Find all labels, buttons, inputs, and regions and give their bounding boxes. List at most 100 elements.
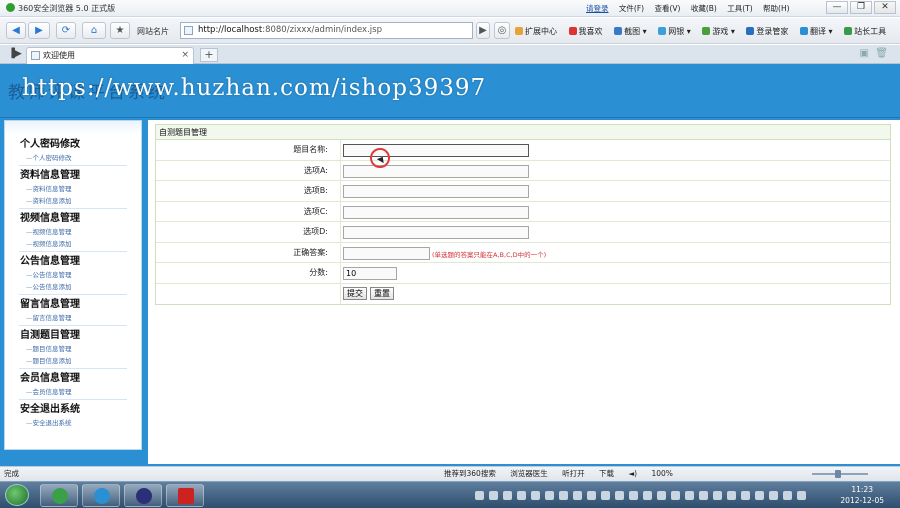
tool-webmaster-label: 站长工具 bbox=[854, 27, 887, 36]
tray-icon[interactable] bbox=[489, 491, 498, 500]
tray-icon[interactable] bbox=[643, 491, 652, 500]
address-bar[interactable]: http://localhost:8080/zixxx/admin/index.… bbox=[180, 22, 473, 39]
nav-head[interactable]: 会员信息管理 bbox=[20, 371, 141, 386]
menu-favorites[interactable]: 收藏(B) bbox=[691, 4, 717, 13]
system-clock[interactable]: 11:23 2012-12-05 bbox=[840, 484, 884, 506]
tab-welcome[interactable]: 欢迎使用 × bbox=[26, 47, 194, 64]
tray-icon[interactable] bbox=[559, 491, 568, 500]
taskbar-ie[interactable] bbox=[82, 484, 120, 507]
volume-icon[interactable]: ◄) bbox=[628, 469, 637, 478]
status-download[interactable]: 下载 bbox=[599, 469, 614, 478]
tray-icon[interactable] bbox=[685, 491, 694, 500]
tray-icon[interactable] bbox=[769, 491, 778, 500]
score-input[interactable] bbox=[343, 267, 397, 280]
nav-head[interactable]: 安全退出系统 bbox=[20, 402, 141, 417]
nav-head[interactable]: 视频信息管理 bbox=[20, 211, 141, 226]
tool-bank[interactable]: 网银 ▾ bbox=[658, 27, 691, 36]
nav-link[interactable]: 题目信息管理 bbox=[20, 343, 141, 355]
tray-icon[interactable] bbox=[531, 491, 540, 500]
status-doctor[interactable]: 浏览器医生 bbox=[510, 469, 548, 478]
tray-icon[interactable] bbox=[713, 491, 722, 500]
tab-close-icon[interactable]: × bbox=[181, 48, 189, 63]
star-icon[interactable]: ★ bbox=[110, 22, 130, 39]
menu-view[interactable]: 查看(V) bbox=[654, 4, 680, 13]
tray-icon[interactable] bbox=[573, 491, 582, 500]
shield-icon[interactable]: ◎ bbox=[494, 22, 510, 39]
tray-icon[interactable] bbox=[727, 491, 736, 500]
favorites-label[interactable]: 网站名片 bbox=[137, 26, 169, 37]
tray-icon[interactable] bbox=[517, 491, 526, 500]
taskbar-360-browser[interactable] bbox=[40, 484, 78, 507]
nav-link[interactable]: 资料信息添加 bbox=[20, 195, 141, 207]
tool-games-label: 游戏 bbox=[712, 27, 729, 36]
status-open[interactable]: 听打开 bbox=[562, 469, 585, 478]
zoom-level[interactable]: 100% bbox=[651, 469, 672, 478]
tool-password[interactable]: 登录管家 bbox=[746, 27, 788, 36]
menu-tools[interactable]: 工具(T) bbox=[727, 4, 752, 13]
reset-button[interactable]: 重置 bbox=[370, 286, 394, 300]
tray-icon[interactable] bbox=[741, 491, 750, 500]
field-label: 题目名称: bbox=[156, 140, 341, 160]
tray-icon[interactable] bbox=[699, 491, 708, 500]
tray-icon[interactable] bbox=[545, 491, 554, 500]
trash-icon[interactable]: 🗑 bbox=[875, 48, 888, 59]
zoom-slider-handle[interactable] bbox=[835, 470, 841, 478]
login-link[interactable]: 请登录 bbox=[586, 4, 609, 13]
nav-head[interactable]: 个人密码修改 bbox=[20, 137, 141, 152]
new-tab-button[interactable]: + bbox=[200, 48, 218, 62]
tool-screenshot[interactable]: 截图 ▾ bbox=[614, 27, 647, 36]
start-button[interactable] bbox=[5, 484, 29, 506]
option-a-input[interactable] bbox=[343, 164, 529, 178]
nav-link[interactable]: 会员信息管理 bbox=[20, 386, 141, 398]
option-b-input[interactable] bbox=[343, 185, 529, 198]
tray-icon[interactable] bbox=[615, 491, 624, 500]
nav-link[interactable]: 资料信息管理 bbox=[20, 183, 141, 195]
tool-games[interactable]: 游戏 ▾ bbox=[702, 27, 735, 36]
tray-icon[interactable] bbox=[629, 491, 638, 500]
tray-icon[interactable] bbox=[601, 491, 610, 500]
minimize-button[interactable]: — bbox=[826, 1, 848, 14]
maximize-button[interactable]: ❐ bbox=[850, 1, 872, 14]
nav-link[interactable]: 个人密码修改 bbox=[20, 152, 141, 164]
option-c-input[interactable] bbox=[343, 205, 529, 219]
sidebar-toggle-icon[interactable]: ▐▶ bbox=[8, 49, 22, 59]
tool-like[interactable]: 我喜欢 bbox=[568, 27, 603, 36]
status-search[interactable]: 推荐到360搜索 bbox=[444, 469, 496, 478]
nav-link[interactable]: 题目信息添加 bbox=[20, 355, 141, 367]
nav-head[interactable]: 留言信息管理 bbox=[20, 297, 141, 312]
tool-extensions[interactable]: 扩展中心 bbox=[515, 27, 557, 36]
menu-file[interactable]: 文件(F) bbox=[619, 4, 644, 13]
answer-input[interactable] bbox=[343, 246, 430, 260]
menu-help[interactable]: 帮助(H) bbox=[763, 4, 790, 13]
restore-tabs-icon[interactable]: ▣ bbox=[859, 48, 868, 59]
tool-webmaster[interactable]: 站长工具 bbox=[844, 27, 886, 36]
nav-head[interactable]: 公告信息管理 bbox=[20, 254, 141, 269]
tool-translate[interactable]: 翻译 ▾ bbox=[799, 27, 833, 36]
tray-icon[interactable] bbox=[797, 491, 806, 500]
tray-icon[interactable] bbox=[783, 491, 792, 500]
home-icon[interactable]: ⌂ bbox=[82, 22, 106, 39]
back-icon[interactable]: ◀ bbox=[6, 22, 26, 39]
nav-link[interactable]: 视频信息管理 bbox=[20, 226, 141, 238]
close-button[interactable]: ✕ bbox=[874, 1, 896, 14]
nav-link[interactable]: 公告信息添加 bbox=[20, 281, 141, 293]
nav-link[interactable]: 视频信息添加 bbox=[20, 238, 141, 250]
tray-icon[interactable] bbox=[657, 491, 666, 500]
taskbar-recorder[interactable] bbox=[166, 484, 204, 507]
nav-link[interactable]: 留言信息管理 bbox=[20, 312, 141, 324]
forward-icon[interactable]: ▶ bbox=[28, 22, 50, 39]
nav-link[interactable]: 公告信息管理 bbox=[20, 269, 141, 281]
taskbar-eclipse[interactable] bbox=[124, 484, 162, 507]
tray-icon[interactable] bbox=[475, 491, 484, 500]
nav-link[interactable]: 安全退出系统 bbox=[20, 417, 141, 429]
refresh-icon[interactable]: ⟳ bbox=[56, 22, 76, 39]
tray-icon[interactable] bbox=[671, 491, 680, 500]
tray-icon[interactable] bbox=[755, 491, 764, 500]
nav-head[interactable]: 自测题目管理 bbox=[20, 328, 141, 343]
tray-icon[interactable] bbox=[587, 491, 596, 500]
go-icon[interactable]: ▶ bbox=[476, 22, 490, 39]
nav-head[interactable]: 资料信息管理 bbox=[20, 168, 141, 183]
tray-icon[interactable] bbox=[503, 491, 512, 500]
option-d-input[interactable] bbox=[343, 226, 529, 239]
submit-button[interactable]: 提交 bbox=[343, 286, 367, 300]
